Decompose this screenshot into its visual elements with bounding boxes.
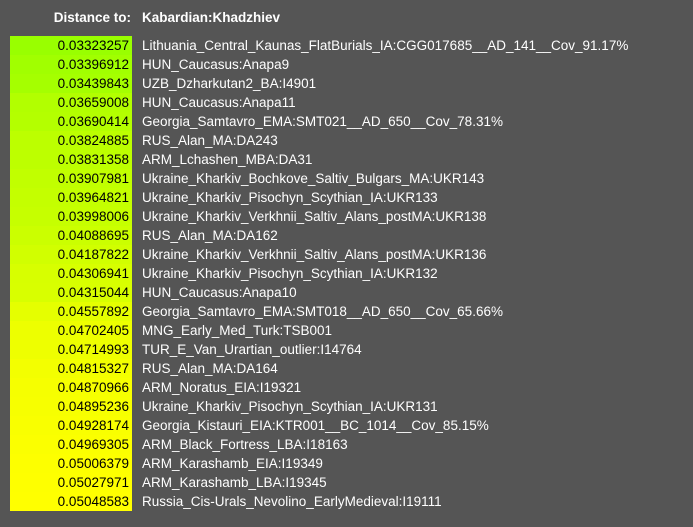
table-row: 0.05048583 Russia_Cis-Urals_Nevolino_Earl… [10,492,693,511]
distance-value: 0.05048583 [10,492,132,511]
distance-value: 0.04187822 [10,245,132,264]
distance-value: 0.04306941 [10,264,132,283]
distance-value: 0.04714993 [10,340,132,359]
population-sample-name: MNG_Early_Med_Turk:TSB001 [142,323,333,338]
distance-value: 0.04088695 [10,226,132,245]
population-sample-name: ARM_Karashamb_EIA:I19349 [142,456,323,471]
table-row: 0.04895236 Ukraine_Kharkiv_Pisochyn_Scyth… [10,397,693,416]
distance-value: 0.04815327 [10,359,132,378]
table-row: 0.04306941 Ukraine_Kharkiv_Pisochyn_Scyth… [10,264,693,283]
distance-value: 0.03439843 [10,74,132,93]
population-sample-name: HUN_Caucasus:Anapa11 [142,95,296,110]
population-sample-name: Georgia_Samtavro_EMA:SMT021__AD_650__Cov… [142,114,503,129]
population-sample-name: UZB_Dzharkutan2_BA:I4901 [142,76,317,91]
table-row: 0.04714993 TUR_E_Van_Urartian_outlier:I14… [10,340,693,359]
population-sample-name: Ukraine_Kharkiv_Pisochyn_Scythian_IA:UKR… [142,266,438,281]
table-row: 0.03907981 Ukraine_Kharkiv_Bochkove_Salti… [10,169,693,188]
target-population: Kabardian:Khadzhiev [142,10,281,25]
table-row: 0.03659008 HUN_Caucasus:Anapa11 [10,93,693,112]
population-sample-name: TUR_E_Van_Urartian_outlier:I14764 [142,342,362,357]
results-header: Distance to: Kabardian:Khadzhiev [0,9,693,27]
population-sample-name: Georgia_Kistauri_EIA:KTR001__BC_1014__Co… [142,418,489,433]
distance-table: 0.03323257 Lithuania_Central_Kaunas_FlatB… [10,36,693,511]
distance-value: 0.05006379 [10,454,132,473]
table-row: 0.04928174 Georgia_Kistauri_EIA:KTR001__B… [10,416,693,435]
table-row: 0.04557892 Georgia_Samtavro_EMA:SMT018__A… [10,302,693,321]
population-sample-name: Ukraine_Kharkiv_Pisochyn_Scythian_IA:UKR… [142,190,438,205]
distance-value: 0.04928174 [10,416,132,435]
population-sample-name: RUS_Alan_MA:DA164 [142,361,278,376]
distance-value: 0.03907981 [10,169,132,188]
table-row: 0.04969305 ARM_Black_Fortress_LBA:I18163 [10,435,693,454]
distance-value: 0.04969305 [10,435,132,454]
distance-value: 0.03824885 [10,131,132,150]
distance-value: 0.04895236 [10,397,132,416]
distance-value: 0.04315044 [10,283,132,302]
table-row: 0.03439843 UZB_Dzharkutan2_BA:I4901 [10,74,693,93]
distance-value: 0.04702405 [10,321,132,340]
table-row: 0.04315044 HUN_Caucasus:Anapa10 [10,283,693,302]
population-sample-name: HUN_Caucasus:Anapa10 [142,285,297,300]
population-sample-name: RUS_Alan_MA:DA243 [142,133,278,148]
distance-value: 0.03964821 [10,188,132,207]
population-sample-name: ARM_Karashamb_LBA:I19345 [142,475,327,490]
population-sample-name: Ukraine_Kharkiv_Bochkove_Saltiv_Bulgars_… [142,171,485,186]
table-row: 0.05027971 ARM_Karashamb_LBA:I19345 [10,473,693,492]
population-sample-name: Ukraine_Kharkiv_Verkhnii_Saltiv_Alans_po… [142,247,487,262]
table-row: 0.03323257 Lithuania_Central_Kaunas_FlatB… [10,36,693,55]
distance-value: 0.05027971 [10,473,132,492]
distance-to-label: Distance to: [53,10,131,25]
table-row: 0.04815327 RUS_Alan_MA:DA164 [10,359,693,378]
table-row: 0.03831358 ARM_Lchashen_MBA:DA31 [10,150,693,169]
distance-value: 0.03323257 [10,36,132,55]
table-row: 0.03396912 HUN_Caucasus:Anapa9 [10,55,693,74]
population-sample-name: HUN_Caucasus:Anapa9 [142,57,290,72]
distance-value: 0.03831358 [10,150,132,169]
table-row: 0.03690414 Georgia_Samtavro_EMA:SMT021__A… [10,112,693,131]
table-row: 0.04702405 MNG_Early_Med_Turk:TSB001 [10,321,693,340]
distance-value: 0.03659008 [10,93,132,112]
table-row: 0.04870966 ARM_Noratus_EIA:I19321 [10,378,693,397]
population-sample-name: Ukraine_Kharkiv_Verkhnii_Saltiv_Alans_po… [142,209,487,224]
distance-value: 0.04870966 [10,378,132,397]
table-row: 0.03824885 RUS_Alan_MA:DA243 [10,131,693,150]
distance-results-panel: Distance to: Kabardian:Khadzhiev 0.03323… [0,0,693,527]
population-sample-name: ARM_Lchashen_MBA:DA31 [142,152,313,167]
population-sample-name: Ukraine_Kharkiv_Pisochyn_Scythian_IA:UKR… [142,399,438,414]
population-sample-name: RUS_Alan_MA:DA162 [142,228,278,243]
population-sample-name: ARM_Noratus_EIA:I19321 [142,380,302,395]
distance-value: 0.03998006 [10,207,132,226]
distance-value: 0.03690414 [10,112,132,131]
table-row: 0.03998006 Ukraine_Kharkiv_Verkhnii_Salti… [10,207,693,226]
table-row: 0.04088695 RUS_Alan_MA:DA162 [10,226,693,245]
table-row: 0.05006379 ARM_Karashamb_EIA:I19349 [10,454,693,473]
population-sample-name: Russia_Cis-Urals_Nevolino_EarlyMedieval:… [142,494,442,509]
table-row: 0.04187822 Ukraine_Kharkiv_Verkhnii_Salti… [10,245,693,264]
population-sample-name: ARM_Black_Fortress_LBA:I18163 [142,437,348,452]
population-sample-name: Lithuania_Central_Kaunas_FlatBurials_IA:… [142,38,629,53]
distance-value: 0.03396912 [10,55,132,74]
population-sample-name: Georgia_Samtavro_EMA:SMT018__AD_650__Cov… [142,304,503,319]
table-row: 0.03964821 Ukraine_Kharkiv_Pisochyn_Scyth… [10,188,693,207]
distance-value: 0.04557892 [10,302,132,321]
